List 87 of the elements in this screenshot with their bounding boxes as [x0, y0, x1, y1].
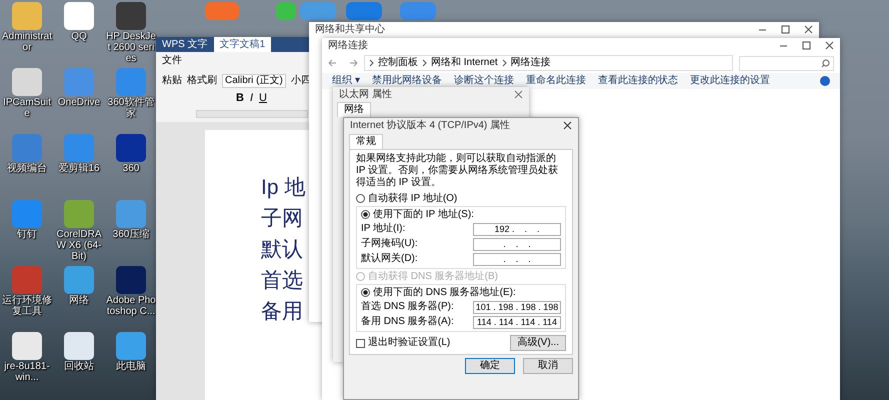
toolbar-command[interactable]: 诊断这个连接 — [454, 75, 514, 87]
style-button[interactable]: I — [250, 92, 254, 104]
app-icon[interactable] — [64, 332, 94, 360]
maximize-icon[interactable] — [802, 41, 811, 50]
radio-label[interactable]: 自动获得 IP 地址(O) — [368, 192, 458, 204]
chevron-icon — [369, 59, 374, 67]
checkbox-label[interactable]: 退出时验证设置(L) — [368, 337, 450, 349]
close-icon[interactable] — [825, 41, 834, 50]
style-button[interactable]: B — [236, 92, 244, 104]
icon-label[interactable]: 360 — [106, 163, 156, 174]
breadcrumb-item[interactable]: 网络连接 — [510, 57, 551, 69]
app-icon[interactable] — [12, 332, 42, 360]
format-painter-button[interactable]: 格式刷 — [187, 75, 217, 87]
radio-button[interactable] — [361, 210, 370, 219]
description-text: 如果网络支持此功能，则可以获取自动指派的 IP 设置。否则，你需要从网络系统管理员处获得适当的 IP 设置。 — [356, 153, 560, 189]
ip-address-field[interactable]: 114 . 114 . 114 . 114 — [473, 316, 561, 328]
app-icon[interactable] — [64, 2, 94, 30]
breadcrumb-item[interactable]: 网络和 Internet — [431, 57, 498, 69]
document-tab[interactable]: WPS 文字 — [156, 37, 214, 52]
toolbar-command[interactable]: 重命名此连接 — [526, 75, 586, 87]
field-label: 备用 DNS 服务器(A): — [361, 316, 454, 328]
field-label: 子网掩码(U): — [361, 238, 418, 250]
ip-address-field[interactable]: 101 . 198 . 198 . 198 — [473, 300, 561, 314]
ip-address-field[interactable]: . . . — [473, 238, 561, 250]
document-text: Ip 地 — [261, 175, 306, 201]
toolbar-command[interactable]: 更改此连接的设置 — [690, 75, 770, 87]
font-dropdown[interactable]: Calibri (正文) — [222, 74, 286, 88]
document-text: 备用 — [261, 299, 304, 325]
address-bar[interactable]: 控制面板 网络和 Internet 网络连接 — [364, 55, 733, 71]
chevron-icon — [422, 59, 427, 67]
icon-label[interactable]: 360软件管家 — [106, 97, 156, 119]
file-menu[interactable]: 文件 — [162, 55, 182, 69]
icon-label[interactable]: 运行环境修复工具 — [2, 295, 52, 317]
icon-label[interactable]: 爱剪辑16 — [54, 163, 104, 174]
ip-address-field[interactable]: 192 . . . — [473, 222, 561, 236]
radio-button[interactable] — [356, 194, 365, 203]
ok-button[interactable]: 确定 — [465, 358, 515, 374]
navigation-arrows-icon[interactable] — [328, 58, 358, 68]
radio-label[interactable]: 使用下面的 IP 地址(S): — [373, 208, 474, 220]
document-text: 首选 — [261, 268, 304, 294]
breadcrumb-item[interactable]: 控制面板 — [378, 57, 418, 69]
icon-label[interactable]: 回收站 — [54, 361, 104, 372]
icon-label[interactable]: Adobe Photoshop C... — [106, 295, 156, 317]
icon-label[interactable]: Administrator — [2, 31, 52, 53]
app-icon[interactable] — [116, 2, 146, 30]
document-text: 子网 — [261, 206, 304, 232]
icon-label[interactable]: 360压缩 — [106, 229, 156, 240]
search-icon — [821, 58, 830, 68]
window-title: 网络和共享中心 — [315, 24, 385, 36]
style-button[interactable]: U — [259, 92, 267, 104]
icon-label[interactable]: 网络 — [54, 295, 104, 306]
advanced-button[interactable]: 高级(V)... — [510, 335, 566, 351]
cancel-button[interactable]: 取消 — [523, 358, 573, 374]
toolbar-command[interactable]: 组织 ▾ — [332, 75, 360, 87]
document-tab[interactable]: 文字文稿1 — [214, 37, 272, 52]
dialog-tab[interactable]: 常规 — [349, 134, 383, 149]
dialog-tab[interactable]: 网络 — [337, 102, 371, 117]
dialog-title: Internet 协议版本 4 (TCP/IPv4) 属性 — [350, 120, 510, 132]
icon-label[interactable]: HP DeskJet 2600 series — [106, 31, 156, 64]
icon-label[interactable]: 视频编台 — [2, 163, 52, 174]
app-icon[interactable] — [116, 332, 146, 360]
close-icon[interactable] — [563, 121, 572, 130]
dialog-title: 以太网 属性 — [339, 88, 392, 100]
close-icon[interactable] — [804, 25, 813, 34]
ip-address-field[interactable]: . . . — [473, 252, 561, 266]
maximize-icon[interactable] — [781, 25, 790, 34]
icon-label[interactable]: QQ — [54, 31, 104, 42]
field-label: IP 地址(I): — [361, 223, 406, 235]
field-label: 默认网关(D): — [361, 253, 418, 265]
document-text: 默认 — [261, 237, 304, 263]
paste-button[interactable]: 粘贴 — [162, 75, 182, 87]
toolbar-command[interactable]: 禁用此网络设备 — [372, 75, 442, 87]
icon-label[interactable]: 此电脑 — [106, 361, 156, 372]
chevron-icon — [502, 59, 507, 67]
icon-label[interactable]: IPCamSuite — [2, 97, 52, 119]
icon-label[interactable]: CorelDRAW X6 (64-Bit) — [54, 229, 104, 262]
radio-button[interactable] — [361, 288, 370, 297]
search-field[interactable] — [739, 56, 834, 70]
icon-label[interactable]: 钉钉 — [2, 229, 52, 240]
radio-label[interactable]: 使用下面的 DNS 服务器地址(E): — [373, 286, 516, 298]
field-label: 首选 DNS 服务器(P): — [361, 301, 454, 313]
help-icon[interactable] — [820, 76, 830, 86]
icon-label[interactable]: OneDrive — [54, 97, 104, 108]
toolbar-command[interactable]: 查看此连接的状态 — [598, 75, 678, 87]
checkbox[interactable] — [356, 338, 365, 348]
icon-label[interactable]: jre-8u181-win... — [2, 361, 52, 383]
window-title: 网络连接 — [328, 40, 368, 52]
